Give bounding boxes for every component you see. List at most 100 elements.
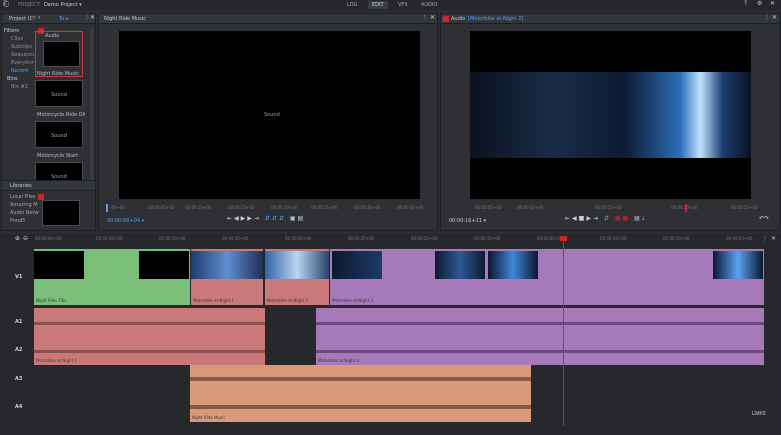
library-item[interactable]: Amazing M (10, 202, 39, 210)
ruler-tick: 00:00:10+00 (159, 236, 186, 241)
source-timecode[interactable]: 00:00:00+04 ▾ (107, 218, 144, 224)
source-playhead[interactable] (106, 204, 108, 212)
filters-header[interactable]: Filters (4, 28, 34, 36)
filter-everything[interactable]: Everything (4, 60, 34, 68)
source-viewer-title: Night Ride Music (104, 16, 146, 22)
tab-edit[interactable]: EDIT (368, 1, 388, 9)
step-forward-icon[interactable]: ▶ (247, 215, 254, 222)
viewer-close-icon[interactable]: ✕ (430, 14, 435, 21)
track-label-a4[interactable]: A4 (15, 404, 22, 410)
clip-thumbnail (139, 251, 189, 279)
timeline-close-icon[interactable]: ✕ (771, 235, 776, 242)
track-label-a2[interactable]: A2 (15, 347, 22, 353)
ruler-tick: 00:00:05+00 (148, 205, 175, 210)
undo-icon[interactable]: ↶↷ (759, 215, 769, 222)
audio-patch-icon[interactable]: ⇵⇵⇵ (265, 215, 286, 222)
waveform (190, 377, 531, 381)
zoom-out-icon[interactable]: ⊖ (23, 235, 28, 242)
insert-icon[interactable]: ▣ (290, 215, 298, 222)
panel-scrollbar[interactable] (90, 28, 93, 188)
zoom-in-icon[interactable]: ⊕ (15, 235, 20, 242)
bin-thumb-night-ride-music[interactable]: Night Ride Music Sound (35, 71, 85, 111)
audio-clip-night-ride-music[interactable]: Night Ride Music (190, 365, 531, 422)
project-name[interactable]: Demo Project ▾ (44, 2, 82, 8)
clip-name: Motorbike at Night 2 (267, 298, 308, 303)
timeline-playhead[interactable] (563, 236, 564, 426)
source-transport: ⇤◀▶▶⇥ ⇵⇵⇵ ▣▤ (227, 215, 305, 222)
overwrite-icon[interactable]: ▤ (298, 215, 306, 222)
source-video-area[interactable]: Sound (119, 31, 420, 199)
record-video-area[interactable] (470, 31, 751, 199)
bin-thumb-motorcycle-ride-off[interactable]: Motorcycle Ride Off Sound (35, 112, 85, 152)
tab-audio[interactable]: AUDIO (417, 1, 441, 9)
home-icon[interactable]: ⎗ (3, 0, 9, 9)
record-ruler[interactable]: 00:00:05+00 00:00:10+00 00:00:15+00 00:0… (445, 204, 777, 212)
library-item[interactable]: Pond5 (10, 218, 39, 226)
audio-patch-icon[interactable]: ⇵ (604, 215, 611, 222)
bin-thumb-label: Night Ride Music (37, 71, 79, 77)
viewer-close-icon[interactable]: ✕ (772, 14, 777, 21)
record-playhead[interactable] (685, 204, 687, 212)
clip-name: Night Ride Music (192, 415, 226, 420)
filter-subclips[interactable]: Subclips (4, 44, 34, 52)
to-dropdown[interactable]: To ▸ (59, 16, 68, 22)
video-clip-motorbike-1[interactable]: Motorbike at Night 1 (191, 249, 263, 305)
audio-clip-motorbike-1[interactable]: Motorbike at Night 1 (34, 308, 265, 365)
step-forward-icon[interactable]: ▶ (586, 215, 593, 222)
clip-thumbnail (332, 251, 382, 279)
forward-icon[interactable]: › (38, 14, 40, 21)
settings-icon[interactable]: ⚙ (757, 0, 762, 7)
help-icon[interactable]: ? (744, 0, 747, 7)
back-icon[interactable]: ‹ (33, 14, 35, 21)
bin-thumb-label: Motorcycle Ride Off (37, 112, 85, 118)
timeline-playhead-handle[interactable] (560, 236, 567, 241)
mark-out-icon[interactable]: ⇥ (593, 215, 600, 222)
cut-icon[interactable]: ▦▦ (615, 215, 630, 222)
filter-clips[interactable]: Clips (4, 36, 34, 44)
mic-icon[interactable]: ♩ (642, 215, 647, 222)
mark-in-icon[interactable]: ⇤ (565, 215, 572, 222)
tab-log[interactable]: LOG (343, 1, 361, 9)
source-ruler[interactable]: 00+00 00:00:05+00 00:00:10+00 00:00:15+0… (103, 204, 435, 212)
track-label-a1[interactable]: A1 (15, 319, 22, 325)
panel-close-icon[interactable]: ✕ (90, 14, 95, 21)
filter-recent[interactable]: Recent (4, 68, 34, 76)
record-timecode[interactable]: 00:00:16+11 ▾ (449, 218, 486, 224)
viewer-menu-icon[interactable]: ⋮ (422, 14, 428, 21)
clip-name: Motorbike at Night 1 (193, 298, 234, 303)
timeline-ruler[interactable]: 00:00:00+00 00:00:05+00 00:00:10+00 00:0… (33, 236, 765, 244)
video-clip-title[interactable]: Night Ride Title (34, 249, 190, 305)
video-clip-motorbike-3[interactable]: Motorbike at Night 3 (330, 249, 764, 305)
video-clip-motorbike-2[interactable]: Motorbike at Night 2 (265, 249, 329, 305)
step-back-icon[interactable]: ◀ (234, 215, 241, 222)
track-label-v1[interactable]: V1 (15, 274, 22, 280)
library-thumb[interactable] (42, 200, 80, 226)
libraries-title[interactable]: Libraries (10, 183, 32, 189)
waveform (316, 350, 764, 353)
filter-sequences[interactable]: Sequences (4, 52, 34, 60)
ruler-tick: 00:00:15+00 (228, 205, 255, 210)
waveform (34, 350, 265, 353)
clip-name: Night Ride Title (36, 298, 67, 303)
library-item[interactable]: Local Files (10, 194, 39, 202)
track-label-a3[interactable]: A3 (15, 376, 22, 382)
ruler-tick: 00+00 (111, 205, 125, 210)
ruler-tick: 00:00:30+00 (411, 236, 438, 241)
library-item[interactable]: Audio Netw (10, 210, 39, 218)
record-viewer-sequence: [Motorbike at Night 2] (468, 16, 524, 22)
tab-vfx[interactable]: VFX (394, 1, 412, 9)
step-back-icon[interactable]: ◀ (572, 215, 579, 222)
bins-header[interactable]: Bins (4, 76, 34, 84)
ruler-tick: 00:00:25+00 (731, 205, 758, 210)
timeline-panel: ⊕ ⊖ ⋮ ✕ 00:00:00+00 00:00:05+00 00:00:10… (0, 234, 781, 435)
mark-in-icon[interactable]: ⇤ (227, 215, 234, 222)
ruler-tick: 00:00:00+00 (35, 236, 62, 241)
waveform (190, 405, 531, 409)
mark-out-icon[interactable]: ⇥ (254, 215, 261, 222)
close-app-icon[interactable]: ✕ (770, 0, 775, 7)
audio-clip-motorbike-3[interactable]: Motorbike at Night 3 (316, 308, 764, 365)
export-icon[interactable]: ▤ (634, 215, 642, 222)
viewer-menu-icon[interactable]: ⋮ (764, 14, 770, 21)
ruler-tick: 00:00:30+00 (354, 205, 381, 210)
bin-item[interactable]: Bin #1 (4, 84, 34, 92)
